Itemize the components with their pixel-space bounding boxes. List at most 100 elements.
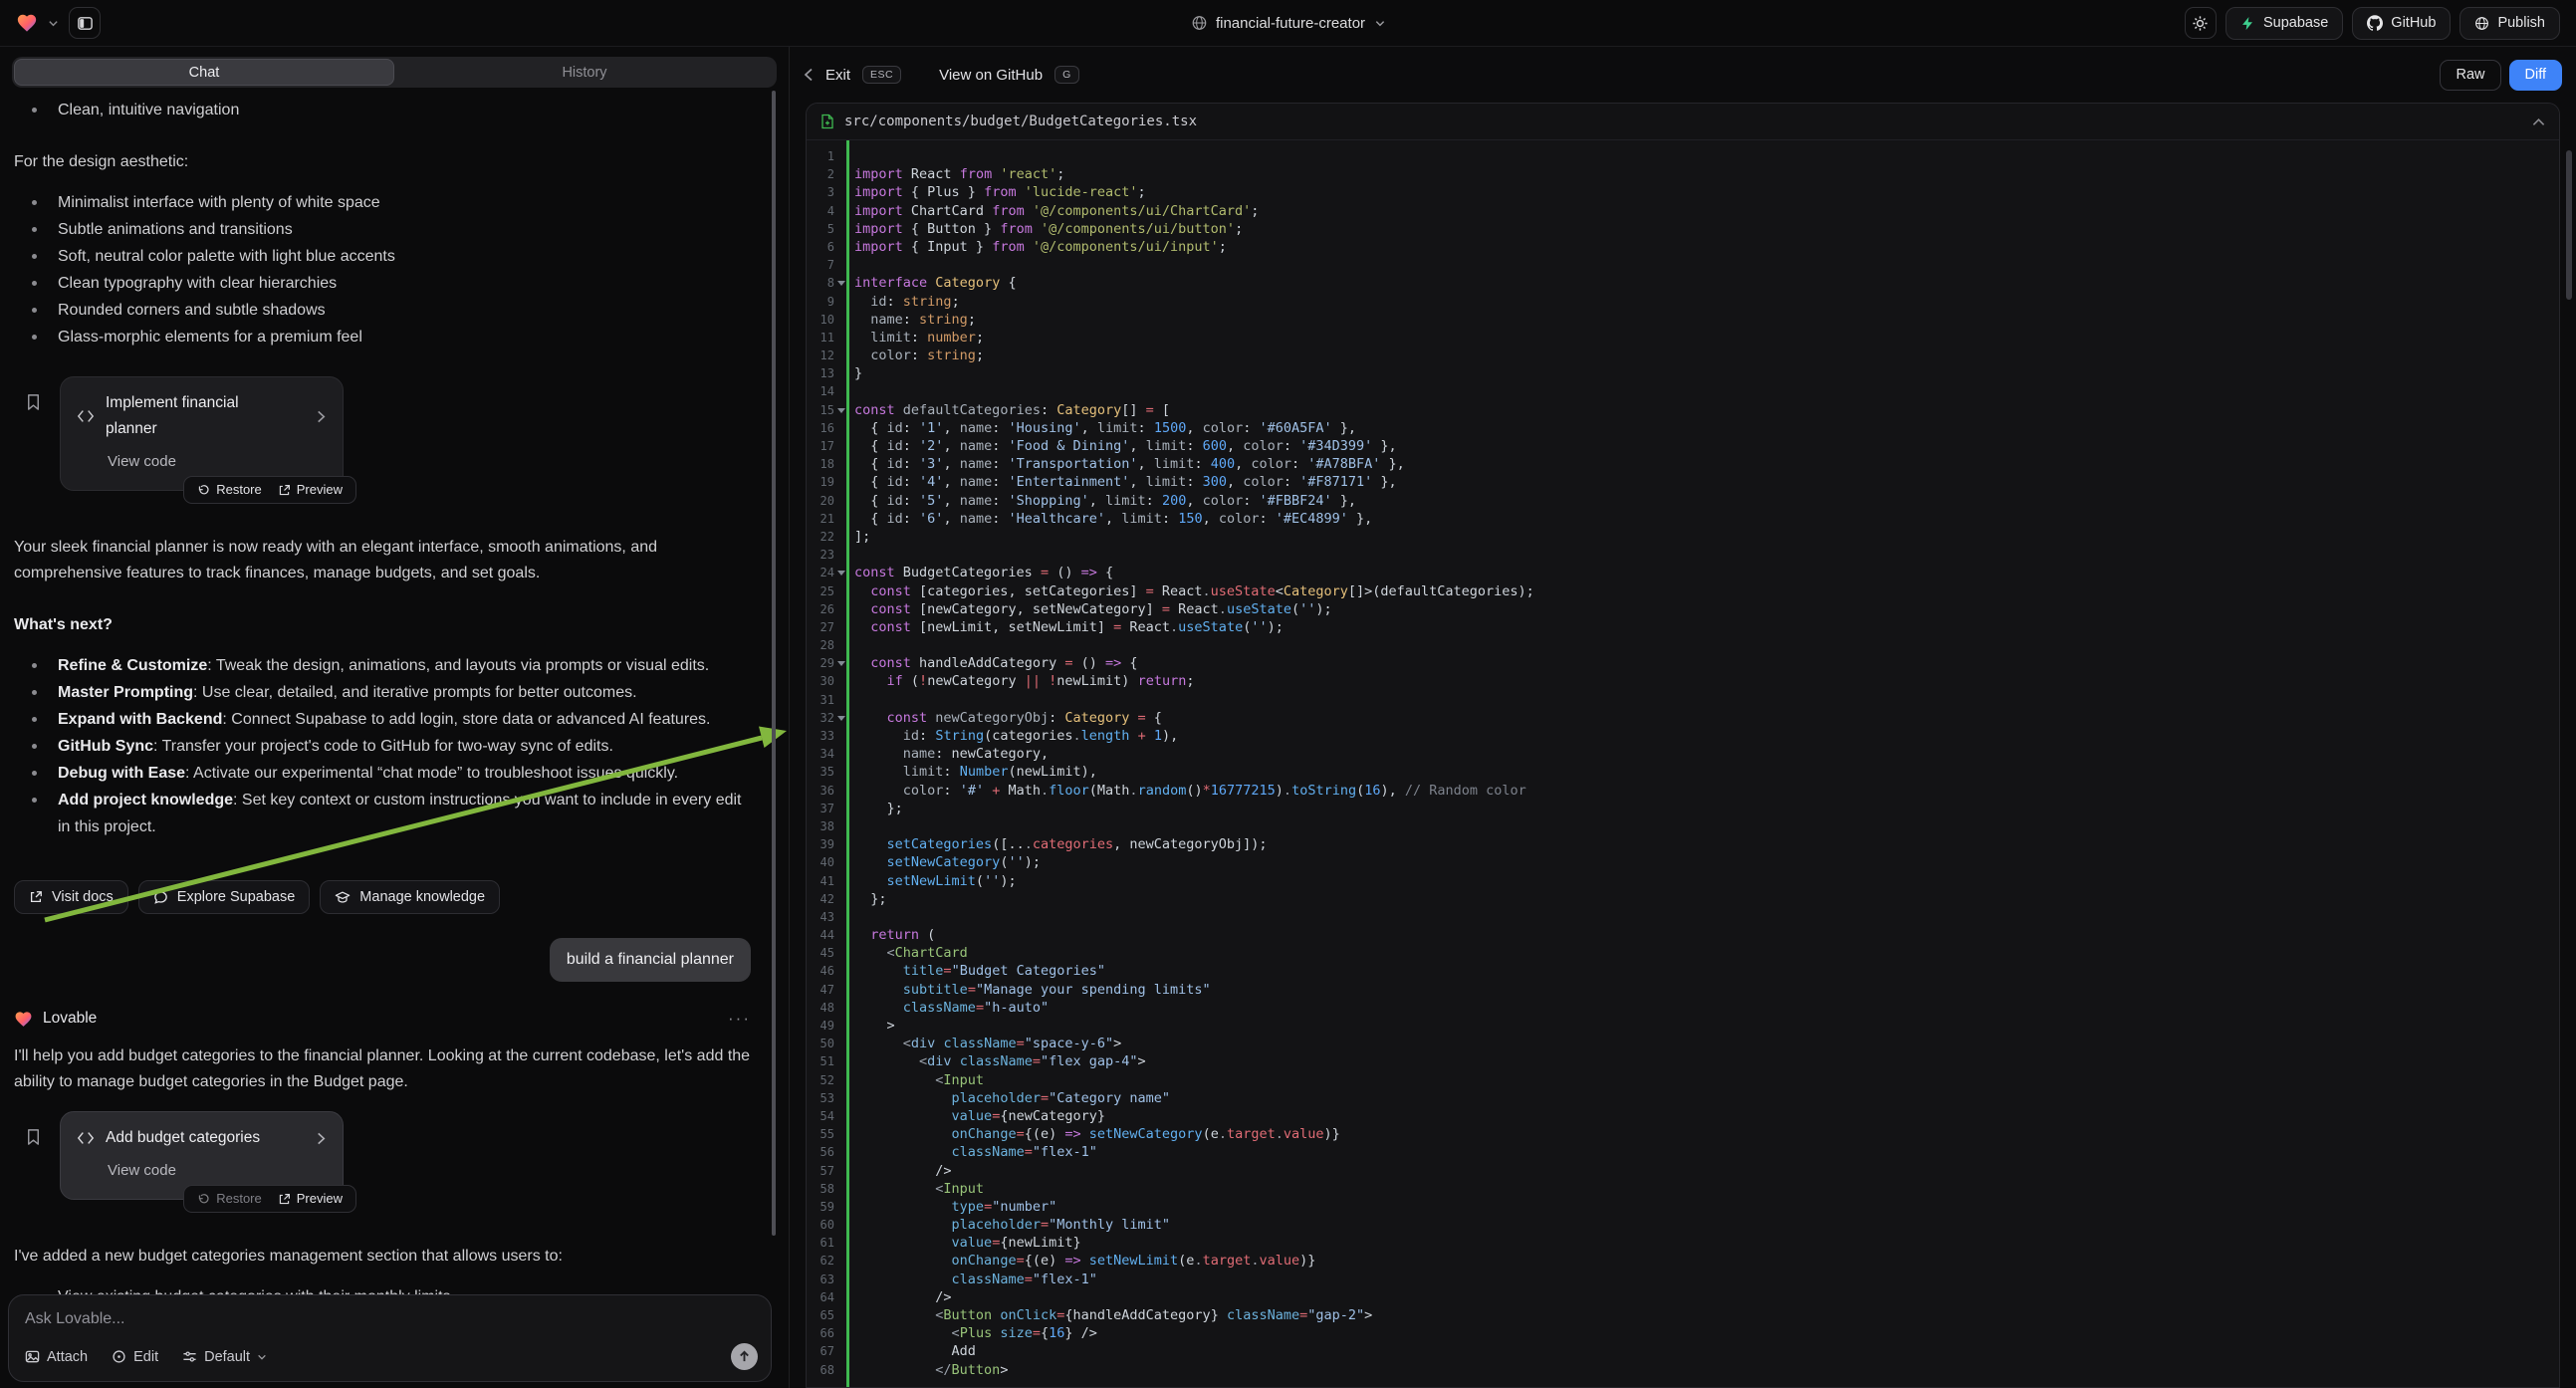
restore-button[interactable]: Restore xyxy=(197,1186,262,1212)
tool-card-wrap: Implement financial planner View code Re… xyxy=(60,376,344,491)
line-number: 47 xyxy=(807,981,839,999)
code-scrollbar[interactable] xyxy=(2566,150,2572,300)
line-number: 35 xyxy=(807,763,839,781)
list-item: Refine & Customize: Tweak the design, an… xyxy=(58,652,751,679)
diff-button[interactable]: Diff xyxy=(2509,60,2563,91)
list-item: Expand with Backend: Connect Supabase to… xyxy=(58,706,751,733)
code-line: 48 className="h-auto" xyxy=(807,999,2559,1017)
code-text: const [categories, setCategories] = Reac… xyxy=(854,582,1534,600)
code-text: setNewCategory(''); xyxy=(854,853,1041,871)
code-text: interface Category { xyxy=(854,274,1017,292)
line-number: 25 xyxy=(807,582,839,600)
code-panel: Exit ESC View on GitHub G Raw Diff src/c… xyxy=(790,47,2576,1388)
design-aesthetic-heading: For the design aesthetic: xyxy=(14,149,751,175)
line-number: 60 xyxy=(807,1216,839,1234)
lovable-logo-heart-icon[interactable] xyxy=(16,12,38,34)
line-number: 24 xyxy=(807,564,839,581)
code-line: 51 <div className="flex gap-4"> xyxy=(807,1052,2559,1070)
preview-button[interactable]: Preview xyxy=(278,1186,343,1212)
add-budget-categories-card[interactable]: Add budget categories View code Restore xyxy=(60,1111,344,1200)
fold-chevron-icon[interactable] xyxy=(837,661,845,666)
edit-button[interactable]: Edit xyxy=(112,1349,158,1365)
line-number: 58 xyxy=(807,1180,839,1198)
line-number: 14 xyxy=(807,382,839,400)
file-path: src/components/budget/BudgetCategories.t… xyxy=(844,114,1197,129)
code-text xyxy=(854,382,862,400)
view-code-link[interactable]: View code xyxy=(77,1158,327,1184)
code-line: 55 onChange={(e) => setNewCategory(e.tar… xyxy=(807,1125,2559,1143)
external-link-icon xyxy=(278,1193,291,1206)
line-number: 38 xyxy=(807,817,839,835)
reply-paragraph: I'll help you add budget categories to t… xyxy=(14,1043,751,1095)
raw-button[interactable]: Raw xyxy=(2440,60,2500,91)
code-text: > xyxy=(854,1017,895,1035)
chat-scrollbar[interactable] xyxy=(772,91,776,1236)
code-line: 68 </Button> xyxy=(807,1361,2559,1379)
bookmark-icon[interactable] xyxy=(24,1127,43,1146)
message-options-button[interactable]: ··· xyxy=(728,1014,751,1024)
implement-financial-planner-card[interactable]: Implement financial planner View code Re… xyxy=(60,376,344,491)
code-line: 59 type="number" xyxy=(807,1198,2559,1216)
chat-input[interactable]: Ask Lovable... xyxy=(25,1310,755,1328)
code-line: 58 <Input xyxy=(807,1180,2559,1198)
code-line: 22]; xyxy=(807,528,2559,546)
bookmark-icon[interactable] xyxy=(24,392,43,411)
view-code-link[interactable]: View code xyxy=(77,449,327,475)
line-number: 64 xyxy=(807,1288,839,1306)
code-line: 24const BudgetCategories = () => { xyxy=(807,564,2559,581)
manage-knowledge-button[interactable]: Manage knowledge xyxy=(320,880,500,914)
code-text: { id: '5', name: 'Shopping', limit: 200,… xyxy=(854,492,1356,510)
chevron-up-icon[interactable] xyxy=(2532,117,2545,126)
line-number: 50 xyxy=(807,1035,839,1052)
chat-bubble-icon xyxy=(153,890,168,905)
line-number: 31 xyxy=(807,691,839,709)
chat-composer[interactable]: Ask Lovable... Attach Edit Default xyxy=(8,1294,772,1382)
line-number: 53 xyxy=(807,1089,839,1107)
project-selector[interactable]: financial-future-creator xyxy=(1191,15,1385,32)
sidebar-toggle-button[interactable] xyxy=(69,7,101,39)
view-on-github-button[interactable]: View on GitHub xyxy=(939,67,1043,84)
code-line: 39 setCategories([...categories, newCate… xyxy=(807,835,2559,853)
code-line: 66 <Plus size={16} /> xyxy=(807,1324,2559,1342)
github-button[interactable]: GitHub xyxy=(2352,7,2451,40)
fold-chevron-icon[interactable] xyxy=(837,716,845,721)
fold-chevron-icon[interactable] xyxy=(837,408,845,413)
line-number: 22 xyxy=(807,528,839,546)
settings-button[interactable] xyxy=(2185,7,2217,39)
mode-selector[interactable]: Default xyxy=(182,1349,267,1365)
supabase-button[interactable]: Supabase xyxy=(2225,7,2343,40)
chevron-down-icon[interactable] xyxy=(48,18,59,29)
code-text: </Button> xyxy=(854,1361,1008,1379)
tab-chat[interactable]: Chat xyxy=(14,59,394,86)
code-editor[interactable]: 1 2import React from 'react';3import { P… xyxy=(807,140,2559,1387)
code-line: 8interface Category { xyxy=(807,274,2559,292)
fold-chevron-icon[interactable] xyxy=(837,571,845,576)
code-line: 19 { id: '4', name: 'Entertainment', lim… xyxy=(807,473,2559,491)
file-header[interactable]: src/components/budget/BudgetCategories.t… xyxy=(807,104,2559,140)
code-line: 12 color: string; xyxy=(807,347,2559,364)
next-steps-list: Refine & Customize: Tweak the design, an… xyxy=(14,652,751,840)
send-button[interactable] xyxy=(731,1343,758,1370)
code-line: 27 const [newLimit, setNewLimit] = React… xyxy=(807,618,2559,636)
code-text xyxy=(854,546,862,564)
code-view-header: Exit ESC View on GitHub G Raw Diff xyxy=(790,47,2576,103)
code-text: { id: '3', name: 'Transportation', limit… xyxy=(854,455,1405,473)
chevron-left-icon[interactable] xyxy=(804,68,814,82)
visit-docs-button[interactable]: Visit docs xyxy=(14,880,128,914)
fold-chevron-icon[interactable] xyxy=(837,281,845,286)
publish-button[interactable]: Publish xyxy=(2459,7,2560,40)
code-text: const [newCategory, setNewCategory] = Re… xyxy=(854,600,1332,618)
line-number: 26 xyxy=(807,600,839,618)
explore-supabase-button[interactable]: Explore Supabase xyxy=(138,880,311,914)
preview-button[interactable]: Preview xyxy=(278,477,343,503)
restore-button[interactable]: Restore xyxy=(197,477,262,503)
exit-button[interactable]: Exit xyxy=(825,67,850,84)
code-line: 54 value={newCategory} xyxy=(807,1107,2559,1125)
assistant-header: Lovable ··· xyxy=(14,1006,751,1032)
code-line: 18 { id: '3', name: 'Transportation', li… xyxy=(807,455,2559,473)
chat-scroll-area: Clean, intuitive navigation For the desi… xyxy=(0,88,789,1388)
code-text: onChange={(e) => setNewLimit(e.target.va… xyxy=(854,1252,1315,1270)
attach-button[interactable]: Attach xyxy=(25,1349,88,1365)
tab-history[interactable]: History xyxy=(394,59,775,86)
code-text: <ChartCard xyxy=(854,944,968,962)
